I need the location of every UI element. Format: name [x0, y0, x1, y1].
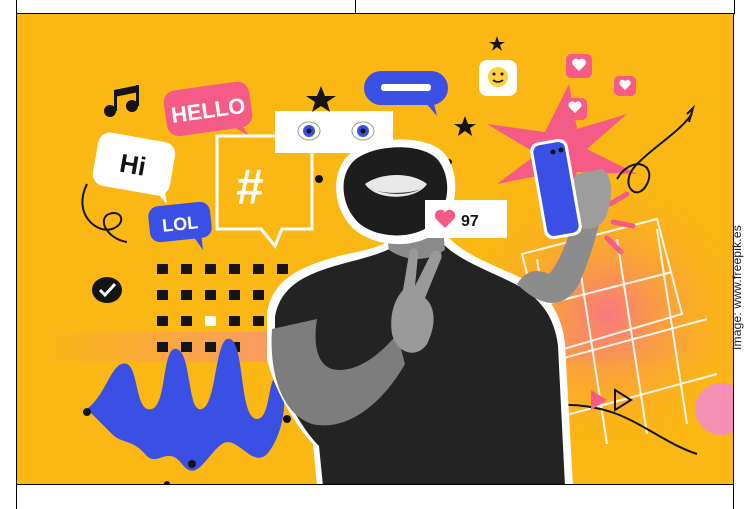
lol-speech-bubble: LOL	[148, 201, 212, 250]
hi-bubble-text: Hi	[117, 148, 148, 182]
typing-pill-bubble	[364, 71, 448, 116]
hashtag-bubble-text: #	[236, 159, 264, 215]
page-frame: HELLO Hi LOL # 97 Image: www.freepik.es	[0, 0, 755, 509]
music-note-icon	[104, 85, 139, 117]
bottom-table-strip	[16, 484, 734, 509]
checkmark-badge-icon	[92, 277, 122, 303]
like-counter-card: 97	[425, 200, 507, 238]
image-credit: Image: www.freepik.es	[730, 225, 744, 350]
social-media-illustration: HELLO Hi LOL # 97	[16, 14, 734, 484]
lol-bubble-text: LOL	[161, 212, 199, 236]
top-table-cell-left	[16, 0, 356, 14]
top-table-strip	[0, 0, 755, 14]
top-table-cell-right	[355, 0, 735, 14]
hello-speech-bubble: HELLO	[163, 81, 253, 137]
hi-speech-bubble: Hi	[92, 132, 176, 204]
heart-notification-icons	[563, 54, 636, 120]
like-count: 97	[461, 213, 479, 230]
smiley-icon	[479, 60, 517, 96]
